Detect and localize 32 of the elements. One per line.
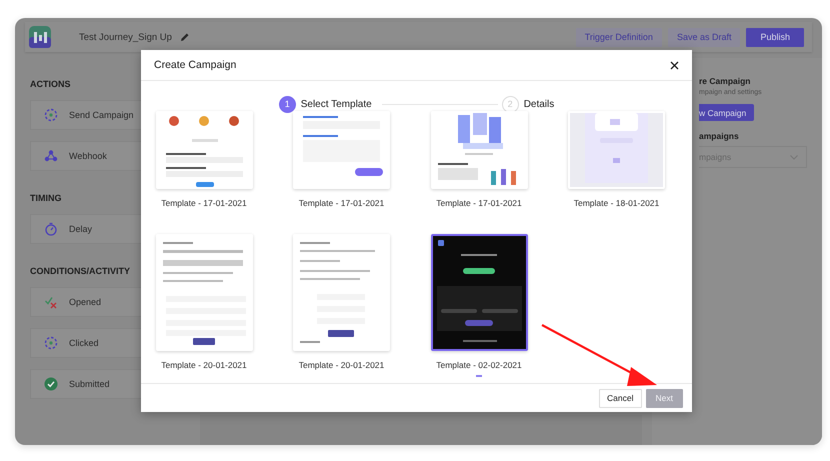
- template-name: Template - 20-01-2021: [298, 360, 384, 370]
- stopwatch-icon: [44, 222, 58, 236]
- panel-title: re Campaign: [699, 76, 750, 86]
- step-label: Select Template: [300, 98, 372, 110]
- header-button[interactable]: Publish: [746, 28, 804, 46]
- target-icon: [44, 336, 58, 350]
- edit-icon[interactable]: [180, 32, 190, 42]
- step-label: Details: [524, 98, 554, 110]
- section-heading: CONDITIONS/ACTIVITY: [30, 266, 130, 276]
- step-number: 1: [278, 96, 296, 112]
- cancel-button[interactable]: Cancel: [599, 388, 642, 408]
- webhook-icon: [44, 149, 58, 163]
- journey-title: Test Journey_Sign Up: [79, 32, 172, 42]
- target-icon: [44, 108, 58, 122]
- selection-indicator: [476, 375, 482, 377]
- dialog-title: Create Campaign: [154, 59, 236, 71]
- new-campaign-button[interactable]: w Campaign: [699, 104, 754, 121]
- template-name: Template - 02-02-2021: [436, 360, 522, 370]
- template-name: Template - 17-01-2021: [436, 198, 522, 208]
- check-circle-icon: [44, 377, 58, 391]
- template-name: Template - 18-01-2021: [574, 198, 660, 208]
- template-name: Template - 20-01-2021: [161, 360, 247, 370]
- field-label: ampaigns: [699, 131, 739, 141]
- app-logo: [29, 26, 51, 48]
- header-button[interactable]: Trigger Definition: [576, 28, 662, 46]
- section-heading: TIMING: [30, 193, 62, 203]
- close-icon[interactable]: [670, 60, 679, 70]
- header-button[interactable]: Save as Draft: [668, 28, 740, 46]
- section-heading: ACTIONS: [30, 79, 70, 89]
- template-name: Template - 17-01-2021: [161, 198, 247, 208]
- check-cross-icon: [44, 295, 58, 309]
- template-name: Template - 17-01-2021: [298, 198, 384, 208]
